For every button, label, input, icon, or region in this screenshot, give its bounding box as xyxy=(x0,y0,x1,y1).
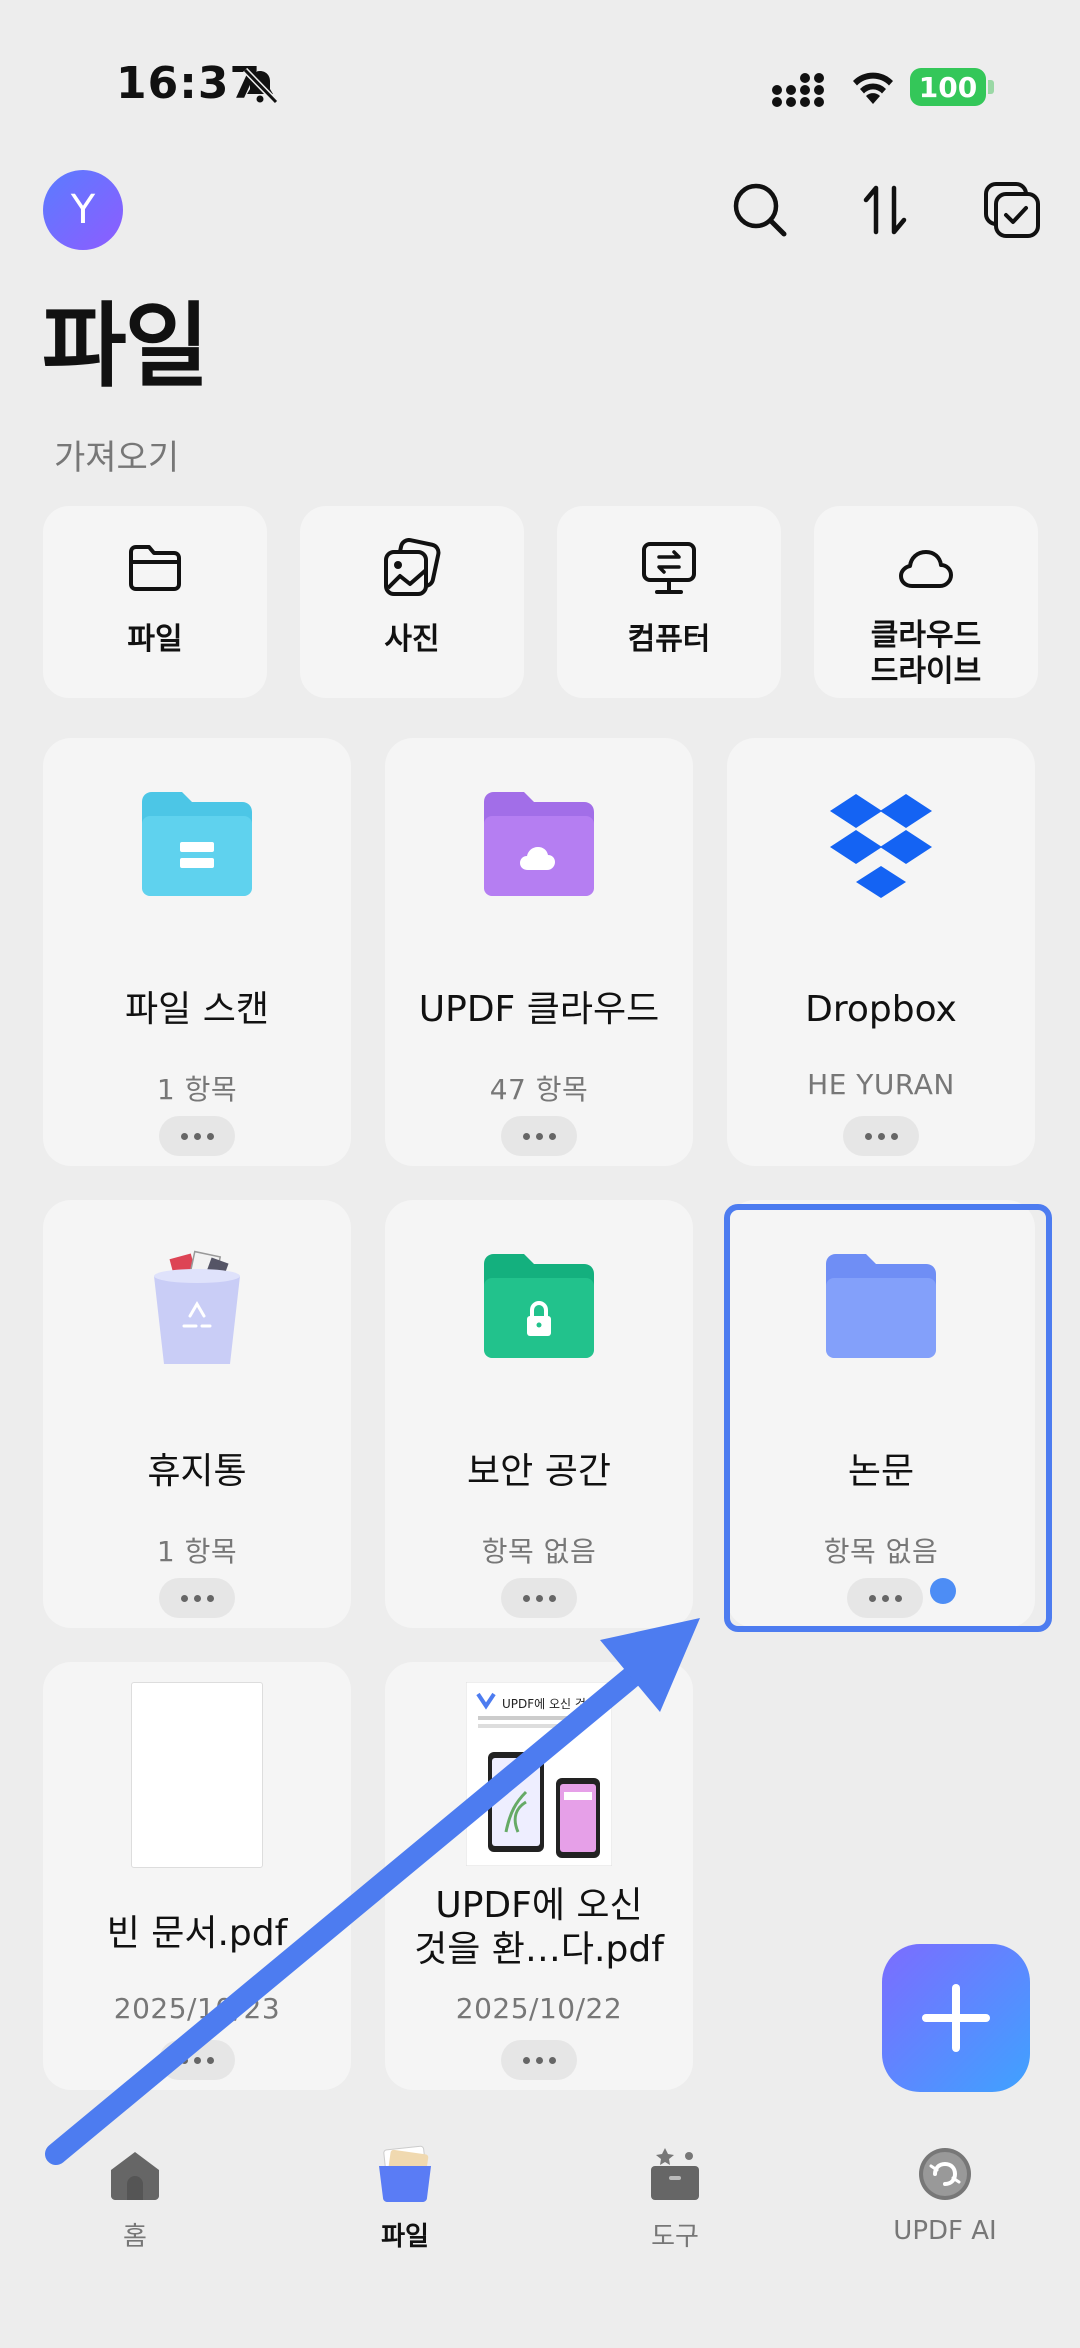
card-subtitle: HE YURAN xyxy=(807,1068,955,1101)
photos-icon xyxy=(384,538,441,596)
signal-icon xyxy=(772,73,824,107)
welcome-pdf-card[interactable]: UPDF에 오신 것 UPDF에 오신 것을 환…다.pdf 2025/10/2… xyxy=(385,1662,693,2090)
import-computer-button[interactable]: 컴퓨터 xyxy=(557,506,781,698)
more-options-button[interactable] xyxy=(159,1116,235,1156)
more-options-button[interactable] xyxy=(501,1578,577,1618)
nav-updf-ai[interactable]: UPDF AI xyxy=(845,2144,1045,2264)
selection-highlight xyxy=(724,1204,1052,1632)
scan-folder-icon xyxy=(142,792,252,896)
multi-select-icon[interactable] xyxy=(982,180,1042,240)
trash-icon xyxy=(154,1250,240,1364)
ai-icon xyxy=(919,2148,971,2200)
page-title: 파일 xyxy=(42,293,209,400)
nav-updf-ai-label: UPDF AI xyxy=(893,2216,997,2246)
battery-cap xyxy=(988,80,994,94)
import-cloud-drive-button[interactable]: 클라우드 드라이브 xyxy=(814,506,1038,698)
dropbox-card[interactable]: Dropbox HE YURAN xyxy=(727,738,1035,1166)
home-icon xyxy=(111,2152,159,2200)
card-title: 빈 문서.pdf xyxy=(106,1913,288,1954)
card-subtitle: 2025/10/23 xyxy=(113,1992,281,2025)
import-files-label: 파일 xyxy=(127,622,183,657)
more-options-button[interactable] xyxy=(843,1116,919,1156)
card-title: 파일 스캔 xyxy=(125,989,269,1030)
blank-pdf-card[interactable]: 빈 문서.pdf 2025/10/23 xyxy=(43,1662,351,2090)
nav-home[interactable]: 홈 xyxy=(35,2144,235,2264)
cloud-folder-icon xyxy=(484,792,594,896)
secure-space-card[interactable]: 보안 공간 항목 없음 xyxy=(385,1200,693,1628)
card-title: 휴지통 xyxy=(147,1451,247,1492)
pdf-thumbnail xyxy=(131,1682,263,1868)
card-subtitle: 1 항목 xyxy=(156,1073,238,1106)
toolbox-icon xyxy=(651,2148,699,2200)
computer-transfer-icon xyxy=(642,542,696,594)
nav-files-label: 파일 xyxy=(381,2222,429,2252)
card-subtitle: 1 항목 xyxy=(156,1535,238,1568)
folder-icon xyxy=(129,545,181,591)
search-icon[interactable] xyxy=(730,180,790,240)
more-options-button[interactable] xyxy=(159,1578,235,1618)
bell-muted-icon xyxy=(242,67,279,105)
nav-files[interactable]: 파일 xyxy=(305,2144,505,2264)
battery-indicator: 100 xyxy=(910,68,986,106)
scan-folder-card[interactable]: 파일 스캔 1 항목 xyxy=(43,738,351,1166)
new-item-dot xyxy=(930,1578,956,1604)
import-photos-label: 사진 xyxy=(384,622,440,657)
import-photos-button[interactable]: 사진 xyxy=(300,506,524,698)
cloud-icon xyxy=(899,550,953,588)
nav-home-label: 홈 xyxy=(123,2222,147,2252)
add-button[interactable] xyxy=(882,1944,1030,2092)
more-options-button[interactable] xyxy=(501,2040,577,2080)
more-options-button[interactable] xyxy=(501,1116,577,1156)
thumb-heading: UPDF에 오신 것 xyxy=(502,1697,586,1711)
updf-cloud-card[interactable]: UPDF 클라우드 47 항목 xyxy=(385,738,693,1166)
sort-icon[interactable] xyxy=(856,180,916,240)
pdf-thumbnail: UPDF에 오신 것 xyxy=(466,1682,612,1866)
card-title: Dropbox xyxy=(805,989,957,1030)
dropbox-icon xyxy=(830,794,932,898)
avatar[interactable]: Y xyxy=(43,170,123,250)
nav-tools-label: 도구 xyxy=(651,2222,699,2252)
card-subtitle: 항목 없음 xyxy=(481,1535,597,1568)
card-title: UPDF에 오신 것을 환…다.pdf xyxy=(414,1885,664,1970)
files-icon xyxy=(379,2145,431,2202)
import-cloud-drive-label: 클라우드 드라이브 xyxy=(870,618,982,689)
card-title: 보안 공간 xyxy=(467,1451,611,1492)
import-section-label: 가져오기 xyxy=(54,438,180,478)
wifi-icon xyxy=(853,72,893,104)
card-subtitle: 47 항목 xyxy=(489,1073,589,1106)
nav-tools[interactable]: 도구 xyxy=(575,2144,775,2264)
trash-card[interactable]: 휴지통 1 항목 xyxy=(43,1200,351,1628)
more-options-button[interactable] xyxy=(159,2040,235,2080)
card-title: UPDF 클라우드 xyxy=(418,989,660,1030)
import-computer-label: 컴퓨터 xyxy=(627,622,711,657)
lock-folder-icon xyxy=(484,1254,594,1358)
card-subtitle: 2025/10/22 xyxy=(455,1992,623,2025)
import-files-button[interactable]: 파일 xyxy=(43,506,267,698)
plus-icon xyxy=(922,1984,990,2052)
